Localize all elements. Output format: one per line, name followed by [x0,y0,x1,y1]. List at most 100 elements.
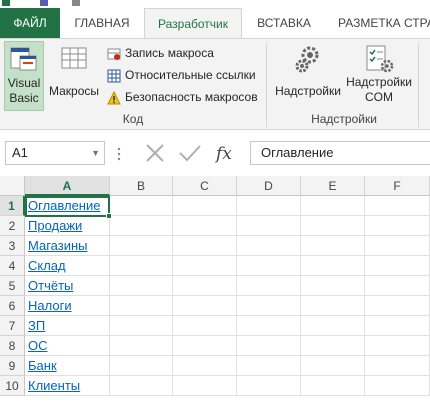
grid-cell[interactable] [365,216,430,236]
grid-cell[interactable] [237,236,301,256]
relative-refs-button[interactable]: Относительные ссылки [107,64,256,86]
grid-cell[interactable] [110,256,173,276]
formula-input[interactable]: Оглавление [250,141,430,165]
grid-cell[interactable] [173,336,237,356]
grid-cell[interactable] [301,336,365,356]
row-header[interactable]: 4 [0,256,25,276]
row-header[interactable]: 3 [0,236,25,256]
record-macro-label: Запись макроса [125,46,214,60]
tab-insert[interactable]: ВСТАВКА [246,8,322,38]
grid-cell[interactable] [365,196,430,216]
grid-cell[interactable] [301,236,365,256]
grid-cell[interactable] [301,356,365,376]
hyperlink-cell[interactable]: Магазины [25,236,88,256]
grid-cell[interactable] [237,196,301,216]
com-addins-button[interactable]: Надстройки COM [344,41,414,111]
grid-cell[interactable] [365,236,430,256]
grid-cell[interactable] [173,236,237,256]
insert-function-icon[interactable]: fx [214,144,232,164]
column-header-a[interactable]: A [25,176,110,196]
grid-cell[interactable] [301,276,365,296]
row-header[interactable]: 10 [0,376,25,396]
undo-icon[interactable] [72,0,80,6]
chevron-down-icon[interactable]: ▼ [91,142,100,164]
row-header[interactable]: 8 [0,336,25,356]
fill-handle[interactable] [106,213,112,219]
grid-cell[interactable] [365,336,430,356]
column-header-b[interactable]: B [110,176,173,196]
column-header-d[interactable]: D [237,176,301,196]
visual-basic-button[interactable]: Visual Basic [4,41,44,111]
hyperlink-cell[interactable]: Клиенты [25,376,80,396]
tab-developer[interactable]: Разработчик [144,8,242,39]
grid-cell[interactable] [365,376,430,396]
macro-security-button[interactable]: Безопасность макросов [107,86,258,108]
hyperlink-cell[interactable]: Отчёты [25,276,73,296]
grid-cell[interactable] [110,276,173,296]
name-box[interactable]: A1 ▼ [5,141,105,165]
enter-check-icon[interactable] [179,145,201,162]
grid-cell[interactable] [301,196,365,216]
macros-button[interactable]: Макросы [46,41,102,111]
row-header[interactable]: 7 [0,316,25,336]
grid-cell[interactable] [110,356,173,376]
grid-cell[interactable] [237,336,301,356]
hyperlink-cell[interactable]: Продажи [25,216,82,236]
grid-cell[interactable] [365,356,430,376]
hyperlink-cell[interactable]: Банк [25,356,57,376]
grid-cell[interactable] [365,316,430,336]
grid-cell[interactable] [173,196,237,216]
grid-cell[interactable] [237,216,301,236]
grid-cell[interactable] [237,256,301,276]
grid-cell[interactable] [173,356,237,376]
row-header[interactable]: 9 [0,356,25,376]
grid-cell[interactable] [173,216,237,236]
grid-cell[interactable] [365,296,430,316]
grid-cell[interactable] [365,276,430,296]
grid-cell[interactable] [110,316,173,336]
column-header-e[interactable]: E [301,176,365,196]
grid-cell[interactable] [237,356,301,376]
column-header-c[interactable]: C [173,176,237,196]
grid-cell[interactable] [237,376,301,396]
com-addins-label-2: COM [365,90,393,104]
grid-cell[interactable] [173,376,237,396]
grid-cell[interactable] [237,316,301,336]
grid-cell[interactable] [237,276,301,296]
grid-cell[interactable] [173,256,237,276]
cancel-icon[interactable] [146,144,164,162]
column-header-f[interactable]: F [365,176,430,196]
grid-cell[interactable] [301,256,365,276]
grid-cell[interactable] [110,236,173,256]
formula-bar-grip-icon[interactable] [116,146,122,162]
grid-cell[interactable] [301,316,365,336]
grid-cell[interactable] [173,276,237,296]
row-header[interactable]: 1 [0,196,25,216]
grid-cell[interactable] [110,336,173,356]
grid-cell[interactable] [110,296,173,316]
hyperlink-cell[interactable]: ОС [25,336,48,356]
grid-cell[interactable] [110,216,173,236]
select-all-corner[interactable] [0,176,25,196]
grid-cell[interactable] [301,216,365,236]
hyperlink-cell[interactable]: Склад [25,256,66,276]
tab-file[interactable]: ФАЙЛ [0,8,60,38]
tab-home[interactable]: ГЛАВНАЯ [64,8,140,38]
row-header[interactable]: 2 [0,216,25,236]
grid-cell[interactable] [365,256,430,276]
record-macro-button[interactable]: Запись макроса [107,42,214,64]
hyperlink-cell[interactable]: ЗП [25,316,45,336]
row-header[interactable]: 5 [0,276,25,296]
row-header[interactable]: 6 [0,296,25,316]
save-icon[interactable] [40,0,48,6]
grid-cell[interactable] [237,296,301,316]
grid-cell[interactable] [110,376,173,396]
addins-button[interactable]: Надстройки [272,41,344,111]
tab-page-layout[interactable]: РАЗМЕТКА СТРА [328,8,430,38]
grid-cell[interactable] [301,296,365,316]
grid-cell[interactable] [173,296,237,316]
grid-cell[interactable] [173,316,237,336]
grid-cell[interactable] [110,196,173,216]
grid-cell[interactable] [301,376,365,396]
hyperlink-cell[interactable]: Налоги [25,296,72,316]
